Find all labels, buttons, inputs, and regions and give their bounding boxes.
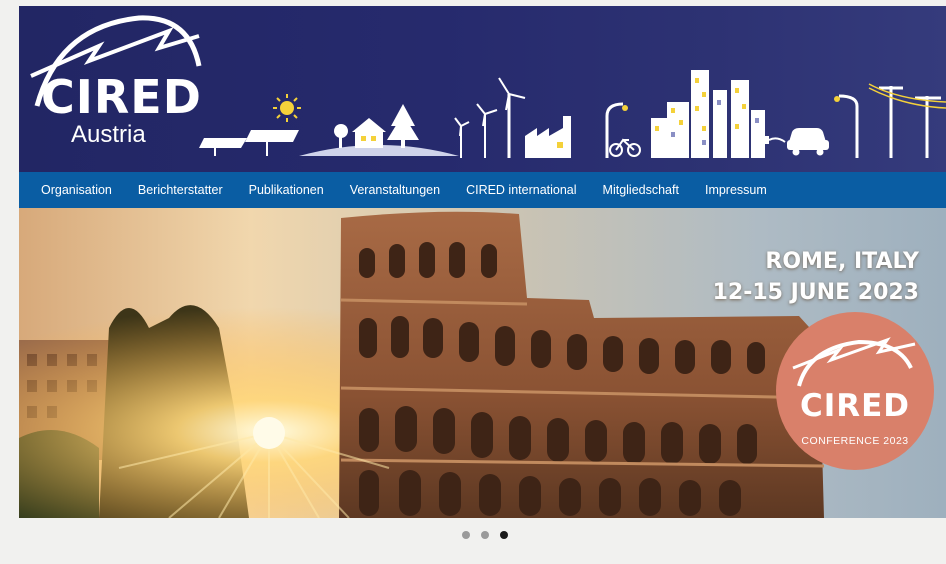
city-buildings-icon: [651, 70, 765, 158]
hero-location: ROME, ITALY: [765, 249, 919, 274]
carousel-dot-1[interactable]: [462, 531, 470, 539]
solar-panel-icon: [199, 130, 299, 156]
nav-item-organisation[interactable]: Organisation: [41, 183, 112, 197]
logo-title[interactable]: CIRED: [41, 74, 202, 120]
logo-subtitle: Austria: [71, 121, 146, 148]
wind-turbine-icon: [454, 77, 526, 158]
pine-tree-icon: [387, 104, 419, 148]
nav-item-cired-international[interactable]: CIRED international: [466, 183, 576, 197]
hero-dates: 12-15 JUNE 2023: [712, 280, 919, 305]
badge-subtitle: CONFERENCE 2023: [801, 435, 909, 447]
house-icon: [352, 118, 386, 148]
nav-item-impressum[interactable]: Impressum: [705, 183, 767, 197]
nav-item-publikationen[interactable]: Publikationen: [249, 183, 324, 197]
carousel-dot-2[interactable]: [481, 531, 489, 539]
hero-slide[interactable]: ROME, ITALY 12-15 JUNE 2023 CIRED CONFER…: [19, 208, 946, 518]
carousel-dot-3[interactable]: [500, 531, 508, 539]
nav-item-veranstaltungen[interactable]: Veranstaltungen: [350, 183, 440, 197]
bicycle-icon: [609, 138, 641, 157]
hero-location-text: ROME, ITALY 12-15 JUNE 2023: [713, 246, 919, 308]
carousel-indicators: [462, 531, 508, 539]
nav-item-mitgliedschaft[interactable]: Mitgliedschaft: [603, 183, 679, 197]
electric-car-icon: [761, 128, 829, 156]
header-banner: CIRED Austria: [19, 6, 946, 172]
factory-icon: [525, 116, 571, 158]
nav-item-berichterstatter[interactable]: Berichterstatter: [138, 183, 223, 197]
main-navigation: Organisation Berichterstatter Publikatio…: [19, 172, 946, 208]
sun-disc: [253, 417, 285, 449]
badge-title: CIRED: [799, 388, 911, 424]
tree-icon: [334, 124, 348, 148]
sun-icon: [273, 94, 301, 122]
